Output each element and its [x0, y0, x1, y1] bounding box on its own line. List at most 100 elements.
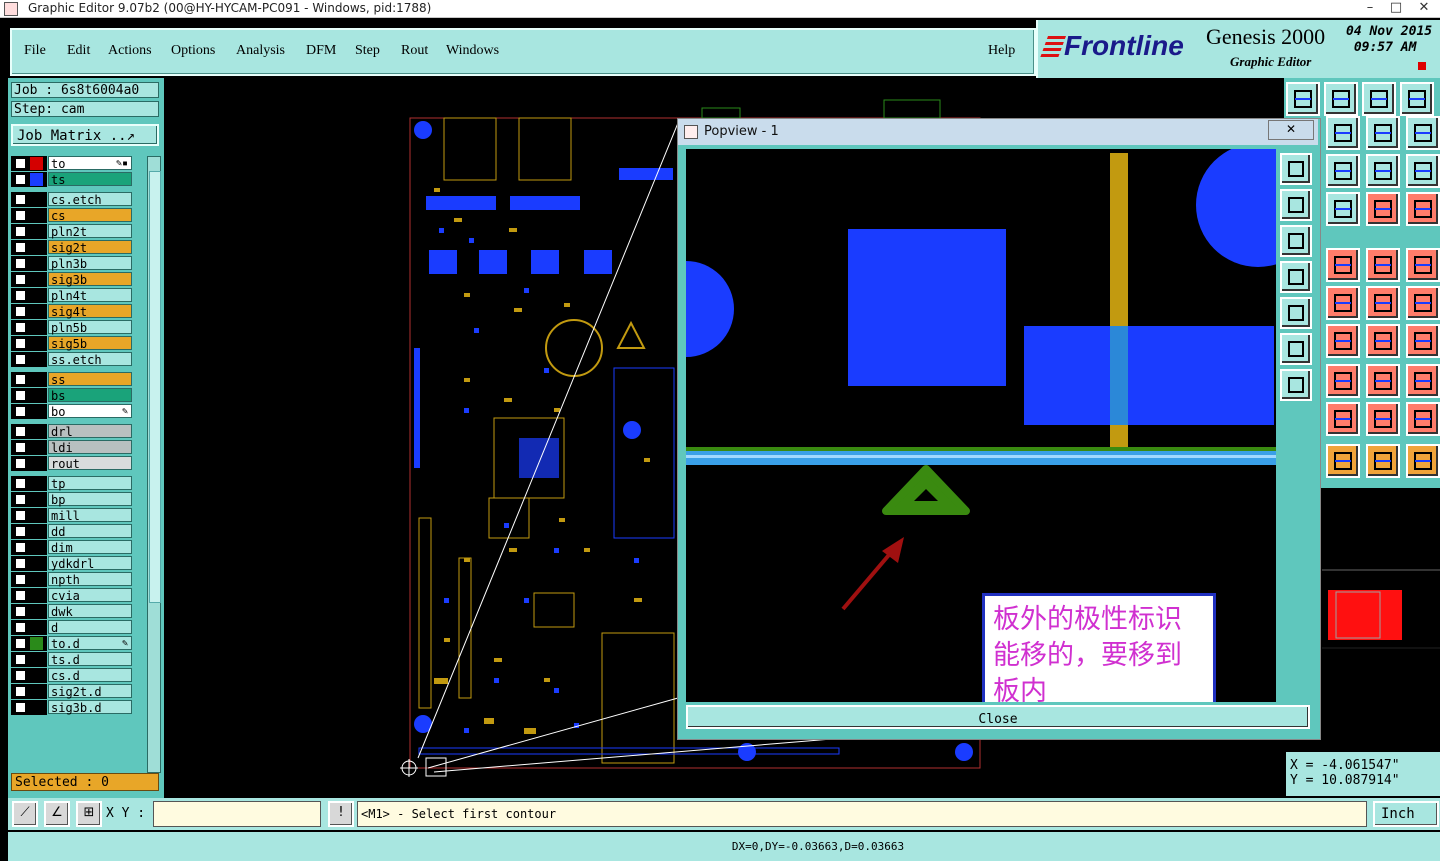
unit-selector[interactable]: Inch	[1373, 801, 1439, 827]
layer-checkbox[interactable]	[15, 526, 26, 537]
layer-name[interactable]: to.d ✎	[48, 636, 132, 651]
layer-row-sig3b-d[interactable]: sig3b.d	[11, 700, 134, 715]
popview-canvas[interactable]: 板外的极性标识能移的，要移到板内	[686, 149, 1276, 702]
select-pointer-icon[interactable]	[1406, 444, 1440, 478]
layer-row-npth[interactable]: npth	[11, 572, 134, 587]
layer-row-to[interactable]: to ✎▪	[11, 156, 134, 171]
layer-checkbox[interactable]	[15, 702, 26, 713]
layer-name[interactable]: tp	[48, 476, 132, 491]
layer-name[interactable]: drl	[48, 424, 132, 439]
polygon-icon[interactable]	[1326, 402, 1360, 436]
layer-row-ss[interactable]: ss	[11, 372, 134, 387]
menu-edit[interactable]: Edit	[67, 43, 90, 59]
layer-name[interactable]: cs	[48, 208, 132, 223]
layer-name[interactable]: mill	[48, 508, 132, 523]
layer-row-pln2t[interactable]: pln2t	[11, 224, 134, 239]
layer-name[interactable]: sig3b	[48, 272, 132, 287]
layer-checkbox[interactable]	[15, 174, 26, 185]
select-pointer-icon[interactable]	[1366, 444, 1400, 478]
layer-color-swatch[interactable]	[30, 637, 43, 650]
layer-row-ss-etch[interactable]: ss.etch	[11, 352, 134, 367]
layer-checkbox[interactable]	[15, 374, 26, 385]
layer-row-sig4t[interactable]: sig4t	[11, 304, 134, 319]
layer-row-sig5b[interactable]: sig5b	[11, 336, 134, 351]
layer-name[interactable]: cs.d	[48, 668, 132, 683]
menu-actions[interactable]: Actions	[108, 43, 152, 59]
layer-checkbox[interactable]	[15, 510, 26, 521]
layer-checkbox[interactable]	[15, 638, 26, 649]
layer-name[interactable]: pln2t	[48, 224, 132, 239]
job-matrix-button[interactable]: Job Matrix ..↗	[11, 124, 159, 146]
layer-checkbox[interactable]	[15, 558, 26, 569]
layer-row-pln4t[interactable]: pln4t	[11, 288, 134, 303]
layer-checkbox[interactable]	[15, 274, 26, 285]
popview-close-bar-button[interactable]: Close	[686, 705, 1310, 729]
layer-checkbox[interactable]	[15, 622, 26, 633]
zoom-in-icon[interactable]	[1280, 333, 1312, 365]
layer-name[interactable]: ldi	[48, 440, 132, 455]
layer-name[interactable]: rout	[48, 456, 132, 471]
center-icon[interactable]	[1326, 154, 1360, 188]
layer-checkbox[interactable]	[15, 390, 26, 401]
xy-input[interactable]	[153, 801, 321, 827]
layer-row-bp[interactable]: bp	[11, 492, 134, 507]
alert-icon[interactable]: !	[328, 801, 354, 827]
layer-row-sig3b[interactable]: sig3b	[11, 272, 134, 287]
layer-name[interactable]: bp	[48, 492, 132, 507]
layer-name[interactable]: bs	[48, 388, 132, 403]
layer-checkbox[interactable]	[15, 542, 26, 553]
grid-icon[interactable]: ⊞	[76, 801, 102, 827]
layer-name[interactable]: ts.d	[48, 652, 132, 667]
layer-name[interactable]: sig2t	[48, 240, 132, 255]
layer-row-mill[interactable]: mill	[11, 508, 134, 523]
pan-down-icon[interactable]	[1280, 225, 1312, 257]
layer-name[interactable]: pln3b	[48, 256, 132, 271]
mini-view[interactable]	[1322, 488, 1440, 748]
layer-name[interactable]: d	[48, 620, 132, 635]
menu-rout[interactable]: Rout	[401, 43, 428, 59]
scrollbar-thumb[interactable]	[149, 171, 161, 603]
layer-link-icon[interactable]	[1406, 192, 1440, 226]
layer-row-to-d[interactable]: to.d ✎	[11, 636, 134, 651]
layer-checkbox[interactable]	[15, 426, 26, 437]
layer-checkbox[interactable]	[15, 406, 26, 417]
layer-color-swatch[interactable]	[30, 173, 43, 186]
probe-icon[interactable]	[1326, 192, 1360, 226]
layer-row-tp[interactable]: tp	[11, 476, 134, 491]
layer-checkbox[interactable]	[15, 194, 26, 205]
layer-checkbox[interactable]	[15, 290, 26, 301]
layer-checkbox[interactable]	[15, 210, 26, 221]
layer-checkbox[interactable]	[15, 686, 26, 697]
menu-analysis[interactable]: Analysis	[236, 43, 285, 59]
layer-row-rout[interactable]: rout	[11, 456, 134, 471]
layer-name[interactable]: to ✎▪	[48, 156, 132, 171]
copy-icon[interactable]	[1406, 364, 1440, 398]
layer-name[interactable]: bo ✎	[48, 404, 132, 419]
layer-row-pln3b[interactable]: pln3b	[11, 256, 134, 271]
layer-checkbox[interactable]	[15, 654, 26, 665]
layer-row-cs-d[interactable]: cs.d	[11, 668, 134, 683]
layer-checkbox[interactable]	[15, 478, 26, 489]
minimize-button[interactable]: –	[1358, 0, 1382, 16]
layer-row-ts-d[interactable]: ts.d	[11, 652, 134, 667]
layer-row-pln5b[interactable]: pln5b	[11, 320, 134, 335]
layer-name[interactable]: cs.etch	[48, 192, 132, 207]
layer-checkbox[interactable]	[15, 442, 26, 453]
polygon-icon[interactable]	[1406, 402, 1440, 436]
layer-row-sig2t[interactable]: sig2t	[11, 240, 134, 255]
layer-name[interactable]: ss	[48, 372, 132, 387]
pan-up-icon[interactable]	[1280, 189, 1312, 221]
zoom-fit-icon[interactable]	[1280, 153, 1312, 185]
home-icon[interactable]	[1286, 82, 1320, 116]
layer-checkbox[interactable]	[15, 242, 26, 253]
layer-name[interactable]: dwk	[48, 604, 132, 619]
popview-close-button[interactable]: ✕	[1268, 120, 1314, 140]
layer-checkbox[interactable]	[15, 322, 26, 333]
layer-checkbox[interactable]	[15, 458, 26, 469]
layer-name[interactable]: npth	[48, 572, 132, 587]
layer-row-ts[interactable]: ts	[11, 172, 134, 187]
layer-checkbox[interactable]	[15, 494, 26, 505]
measure-icon[interactable]: ∠	[44, 801, 70, 827]
menu-options[interactable]: Options	[171, 43, 215, 59]
layer-name[interactable]: cvia	[48, 588, 132, 603]
